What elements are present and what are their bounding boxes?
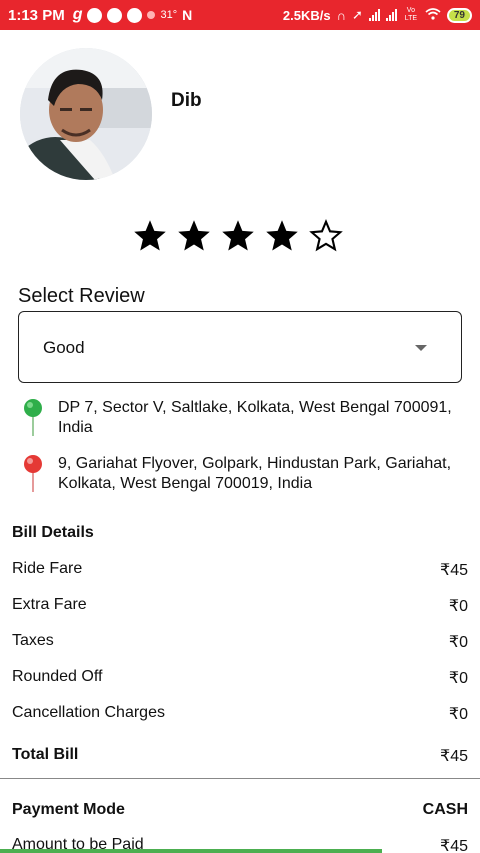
select-review-label: Select Review (18, 285, 145, 307)
bill-item-amount: ₹0 (448, 670, 468, 687)
n-app-icon: N (182, 7, 193, 23)
driver-name: Dib (171, 90, 202, 111)
bottom-progress-bar (0, 849, 382, 853)
status-time: 1:13 PM (8, 6, 65, 24)
record-icon (147, 11, 156, 19)
wifi-icon (425, 7, 441, 23)
bill-row-total: Total Bill ₹45 (12, 746, 468, 766)
bill-details-heading: Bill Details (12, 524, 94, 541)
star-5-icon[interactable] (308, 218, 344, 254)
dropdown-caret-icon (415, 345, 427, 351)
bill-item-label: Cancellation Charges (12, 704, 165, 721)
total-bill-label: Total Bill (12, 746, 79, 763)
bill-row-cancellation: Cancellation Charges ₹0 (12, 704, 468, 724)
signal-1-icon (368, 9, 380, 21)
app-icon-1 (87, 7, 103, 23)
bill-item-label: Taxes (12, 632, 54, 649)
payment-mode-value: CASH (422, 801, 468, 818)
star-2-icon[interactable] (176, 218, 212, 254)
star-rating[interactable] (132, 218, 344, 254)
app-icon-3 (127, 7, 143, 23)
system-icons: 2.5KB/s ∩ ➚ Vo LTE 79 (283, 7, 472, 23)
review-selected-value: Good (43, 338, 85, 357)
bill-item-amount: ₹0 (448, 706, 468, 723)
bill-item-label: Extra Fare (12, 596, 87, 613)
bill-item-amount: ₹45 (440, 562, 468, 579)
bill-item-label: Rounded Off (12, 668, 103, 685)
notification-icons: g 31° N (73, 6, 193, 24)
volte-badge: Vo LTE (404, 7, 418, 22)
app-icon-2 (107, 7, 123, 23)
pickup-pin-icon (24, 399, 42, 436)
drop-address: 9, Gariahat Flyover, Golpark, Hindustan … (58, 455, 452, 492)
payment-mode-row: Payment Mode CASH (12, 801, 468, 819)
pickup-address: DP 7, Sector V, Saltlake, Kolkata, West … (58, 399, 452, 436)
status-bar: 1:13 PM g 31° N 2.5KB/s ∩ ➚ Vo LTE 79 (0, 0, 480, 30)
bill-item-amount: ₹0 (448, 634, 468, 651)
network-speed: 2.5KB/s (282, 7, 331, 23)
star-4-icon[interactable] (264, 218, 300, 254)
bill-item-label: Ride Fare (12, 560, 83, 577)
signal-2-icon (385, 9, 397, 21)
star-1-icon[interactable] (132, 218, 168, 254)
amount-to-pay-value: ₹45 (440, 838, 468, 853)
bill-row-extra-fare: Extra Fare ₹0 (12, 596, 468, 616)
driver-avatar (20, 48, 152, 180)
divider (0, 778, 480, 779)
app-g-icon: g (72, 6, 83, 23)
payment-mode-label: Payment Mode (12, 801, 125, 818)
star-3-icon[interactable] (220, 218, 256, 254)
headset-icon: ∩ (336, 7, 346, 23)
bill-row-taxes: Taxes ₹0 (12, 632, 468, 652)
bill-row-rounded-off: Rounded Off ₹0 (12, 668, 468, 688)
drop-pin-icon (24, 455, 42, 492)
bill-item-amount: ₹0 (448, 598, 468, 615)
review-dropdown[interactable]: Good (18, 311, 462, 383)
bill-row-ride-fare: Ride Fare ₹45 (12, 560, 468, 580)
status-temp: 31° (160, 9, 178, 21)
total-bill-amount: ₹45 (440, 748, 468, 765)
battery-icon: 79 (446, 7, 472, 23)
location-arrow-icon: ➚ (351, 7, 363, 22)
